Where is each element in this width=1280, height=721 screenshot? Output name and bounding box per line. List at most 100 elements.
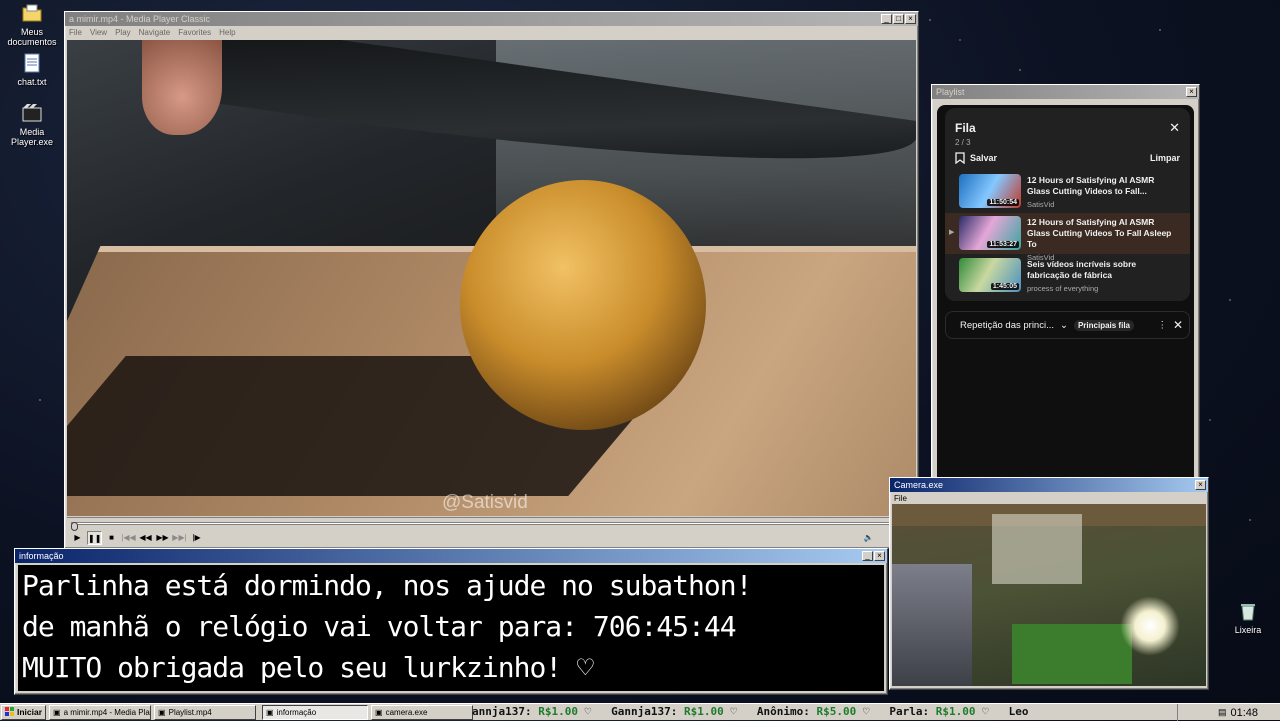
menu-file[interactable]: File [69,28,82,37]
taskbar-item-label: a mimir.mp4 - Media Playe... [63,707,150,717]
desktop-icon-my-documents[interactable]: Meus documentos [0,2,64,47]
queue-heading: Fila [955,121,976,135]
clear-button[interactable]: Limpar [1150,153,1180,163]
queue-panel: Fila 2 / 3 ✕ Salvar Limpar 11:50:54 12 H… [945,108,1190,301]
desktop-icon-media-player[interactable]: Media Player.exe [0,102,64,147]
volume-icon[interactable]: 🔈 [861,531,876,545]
menu-view[interactable]: View [90,28,107,37]
taskbar-item[interactable]: ▣a mimir.mp4 - Media Playe... [49,704,152,720]
previous-icon[interactable]: |◀◀ [121,531,136,545]
menu-help[interactable]: Help [219,28,235,37]
hand [142,40,222,135]
video-frame[interactable]: @Satisvid [67,40,916,516]
minimize-button[interactable]: _ [862,551,873,561]
media-player-icon: ▣ [53,707,61,717]
mix-label[interactable]: Repetição das princi... [960,320,1054,331]
media-player-titlebar[interactable]: a mimir.mp4 - Media Player Classic _ □ × [65,12,918,26]
golden-apple [460,180,706,430]
ticker-amount: R$1.00 [683,705,724,718]
close-button[interactable]: × [874,551,885,561]
close-button[interactable]: × [1186,87,1197,97]
start-button[interactable]: Iniciar [1,704,47,720]
seek-bar[interactable] [67,517,916,531]
taskbar-item[interactable]: ▣ Playlist.mp4 [154,704,257,720]
video-thumbnail: 11:53:27 [959,216,1021,250]
queue-count: 2 / 3 [955,138,971,147]
queue-item[interactable]: 11:50:54 12 Hours of Satisfying AI ASMR … [945,171,1190,212]
recycle-bin-icon [1237,600,1259,622]
heart-icon: ♡ [584,705,612,718]
desktop-icon-label: Lixeira [1234,625,1262,635]
menu-file[interactable]: File [894,494,907,503]
close-button[interactable]: × [1195,480,1206,490]
menu-play[interactable]: Play [115,28,131,37]
close-icon[interactable]: ✕ [1173,318,1183,332]
info-window[interactable]: informação _ × Parlinha está dormindo, n… [14,548,888,695]
ticker-amount: R$1.00 [935,705,976,718]
info-message: Parlinha está dormindo, nos ajude no sub… [18,565,884,691]
window-icon: ▣ [375,707,383,717]
menu-bar: File [890,492,1208,504]
camera-window[interactable]: Camera.exe × File [889,477,1209,690]
queue-item-title: 12 Hours of Satisfying AI ASMR Glass Cut… [1027,217,1172,249]
heart-icon: ♡ [730,705,757,718]
ticker-name: Anônimo: [756,705,810,718]
network-icon[interactable]: ▤ [1218,707,1227,718]
heart-icon: ♡ [982,705,1009,718]
playlist-titlebar[interactable]: Playlist × [932,85,1199,99]
mix-panel: Repetição das princi... ⌄ Principais fil… [945,311,1190,339]
menu-navigate[interactable]: Navigate [139,28,171,37]
system-tray: ▤ 01:48 [1177,704,1280,721]
queue-item-current[interactable]: ▶ 11:53:27 12 Hours of Satisfying AI ASM… [945,213,1190,262]
save-button[interactable]: Salvar [955,152,997,164]
queue-item-title: 12 Hours of Satisfying AI ASMR Glass Cut… [1027,175,1155,196]
window-title: a mimir.mp4 - Media Player Classic [69,14,211,24]
window-icon: ▣ [266,707,274,717]
window-title: Playlist [936,87,965,97]
taskbar-item[interactable]: ▣ camera.exe [371,704,474,720]
queue-item-channel: process of everything [1027,284,1099,293]
clock[interactable]: 01:48 [1230,707,1258,719]
stop-icon[interactable]: ■ [104,531,119,545]
lamp-glow [1120,596,1180,656]
taskbar-item-active[interactable]: ▣ informação [262,704,369,720]
ticker-name: annja137: [472,705,532,718]
desktop-icon-label: Meus documentos [7,27,57,47]
media-player-icon: ▣ [158,707,166,717]
seek-track[interactable] [71,522,912,525]
next-icon[interactable]: ▶▶| [172,531,187,545]
donation-ticker: annja137: R$1.00 ♡ Gannja137: R$1.00 ♡ A… [472,704,1177,721]
desktop-icon-chat-txt[interactable]: chat.txt [0,52,64,87]
desktop-icon-recycle-bin[interactable]: Lixeira [1216,600,1280,635]
maximize-button[interactable]: □ [893,14,904,24]
pause-icon[interactable]: ❚❚ [87,531,102,545]
duration-badge: 11:53:27 [987,241,1019,248]
media-player-icon [21,102,43,124]
queue-item-channel: SatisVid [1027,200,1055,209]
camera-titlebar[interactable]: Camera.exe × [890,478,1208,492]
folder-icon [21,2,43,24]
heart-icon: ♡ [862,705,890,718]
info-line: MUITO obrigada pelo seu lurkzinho! ♡ [22,651,594,684]
more-options-icon[interactable]: ⋮ [1157,320,1167,331]
taskbar-item-label: informação [276,707,317,717]
queue-item[interactable]: 1:45:05 Seis vídeos incríveis sobre fabr… [945,255,1190,296]
menu-favorites[interactable]: Favorites [178,28,211,37]
info-line: de manhã o relógio vai voltar para: 706:… [22,610,737,643]
close-button[interactable]: × [905,14,916,24]
close-icon[interactable]: ✕ [1169,120,1180,136]
taskbar-item-label: camera.exe [385,707,428,717]
frame-step-icon[interactable]: |▶ [189,531,204,545]
rewind-icon[interactable]: ◀◀ [138,531,153,545]
duration-badge: 11:50:54 [987,199,1019,206]
taskbar-item-label: Playlist.mp4 [168,707,212,717]
mix-pill[interactable]: Principais fila [1073,319,1134,331]
ticker-amount: R$5.00 [816,705,857,718]
info-titlebar[interactable]: informação _ × [15,549,887,563]
chair [892,564,972,686]
chevron-down-icon[interactable]: ⌄ [1060,320,1068,331]
play-icon[interactable]: ▶ [70,531,85,545]
forward-icon[interactable]: ▶▶ [155,531,170,545]
minimize-button[interactable]: _ [881,14,892,24]
desktop-icon-label: Media Player.exe [10,127,54,147]
